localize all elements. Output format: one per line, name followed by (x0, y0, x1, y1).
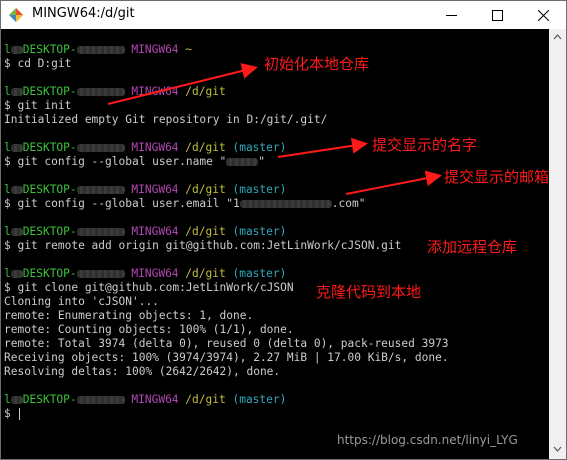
prompt-path: /d/git (185, 267, 226, 280)
prompt-branch: (master) (232, 141, 287, 154)
prompt-path: /d/git (185, 85, 226, 98)
watermark-text: https://blog.csdn.net/linyi_LYG (337, 433, 518, 447)
title-bar[interactable]: MINGW64:/d/git (1, 1, 566, 29)
prompt-user: l DESKTOP- (4, 183, 125, 196)
mingw-app-icon (9, 8, 23, 22)
prompt-line: l DESKTOP- MINGW64 /d/git (master) (4, 267, 286, 281)
close-button[interactable] (520, 1, 566, 29)
window-title: MINGW64:/d/git (32, 6, 135, 21)
maximize-icon (491, 9, 503, 21)
prompt-shell: MINGW64 (131, 43, 179, 56)
annotation-clone-local: 克隆代码到本地 (316, 283, 422, 301)
prompt-shell: MINGW64 (131, 141, 179, 154)
output-line: Cloning into 'cJSON'... (4, 295, 159, 308)
output-line: remote: Enumerating objects: 1, done. (4, 309, 254, 322)
prompt-path: /d/git (185, 183, 226, 196)
command-line: $ git config --global user.email "1 .com" (4, 197, 366, 210)
minimize-icon (445, 14, 457, 16)
prompt-path: /d/git (185, 225, 226, 238)
annotation-add-remote: 添加远程仓库 (427, 238, 518, 256)
maximize-button[interactable] (474, 1, 520, 29)
output-line: Resolving deltas: 100% (2642/2642), done… (4, 365, 281, 378)
close-icon (537, 9, 549, 21)
prompt-branch: (master) (232, 393, 287, 406)
prompt-shell: MINGW64 (131, 393, 179, 406)
command-line: $ git clone git@github.com:JetLinWork/cJ… (4, 281, 294, 294)
text-cursor (19, 408, 21, 420)
prompt-shell: MINGW64 (131, 225, 179, 238)
prompt-user: l DESKTOP- (4, 393, 125, 406)
minimize-button[interactable] (428, 1, 474, 29)
prompt-line: l DESKTOP- MINGW64 /d/git (master) (4, 393, 286, 407)
prompt-shell: MINGW64 (131, 85, 179, 98)
command-line: $ git config --global user.name " " (4, 155, 266, 168)
prompt-user: l DESKTOP- (4, 141, 125, 154)
prompt-user: l DESKTOP- (4, 43, 125, 56)
output-line: remote: Total 3974 (delta 0), reused 0 (… (4, 337, 449, 350)
input-line[interactable]: $ (4, 407, 21, 421)
prompt-line: l DESKTOP- MINGW64 ~ (4, 43, 192, 57)
vertical-scrollbar[interactable] (549, 29, 566, 459)
output-line: remote: Counting objects: 100% (1/1), do… (4, 323, 294, 336)
prompt-branch: (master) (232, 225, 287, 238)
prompt-line: l DESKTOP- MINGW64 /d/git (4, 85, 226, 99)
command-line: $ cd D:git (4, 57, 72, 70)
output-line: Initialized empty Git repository in D:/g… (4, 113, 328, 126)
prompt-shell: MINGW64 (131, 267, 179, 280)
annotation-init-repo: 初始化本地仓库 (264, 55, 370, 73)
prompt-path: /d/git (185, 393, 226, 406)
prompt-line: l DESKTOP- MINGW64 /d/git (master) (4, 183, 286, 197)
prompt-user: l DESKTOP- (4, 85, 125, 98)
prompt-branch: (master) (232, 183, 287, 196)
prompt-shell: MINGW64 (131, 183, 179, 196)
prompt-user: l DESKTOP- (4, 267, 125, 280)
prompt-user: l DESKTOP- (4, 225, 125, 238)
annotation-commit-email: 提交显示的邮箱 (444, 168, 550, 186)
scroll-up-arrow-icon[interactable] (553, 33, 562, 41)
prompt-path: ~ (185, 43, 193, 56)
prompt-line: l DESKTOP- MINGW64 /d/git (master) (4, 225, 286, 239)
prompt-path: /d/git (185, 141, 226, 154)
command-line: $ git remote add origin git@github.com:J… (4, 239, 402, 252)
prompt-branch: (master) (232, 267, 287, 280)
scroll-down-arrow-icon[interactable] (553, 445, 562, 453)
command-line: $ git init (4, 99, 72, 112)
annotation-commit-name: 提交显示的名字 (372, 136, 478, 154)
prompt-line: l DESKTOP- MINGW64 /d/git (master) (4, 141, 286, 155)
output-line: Receiving objects: 100% (3974/3974), 2.2… (4, 351, 449, 364)
